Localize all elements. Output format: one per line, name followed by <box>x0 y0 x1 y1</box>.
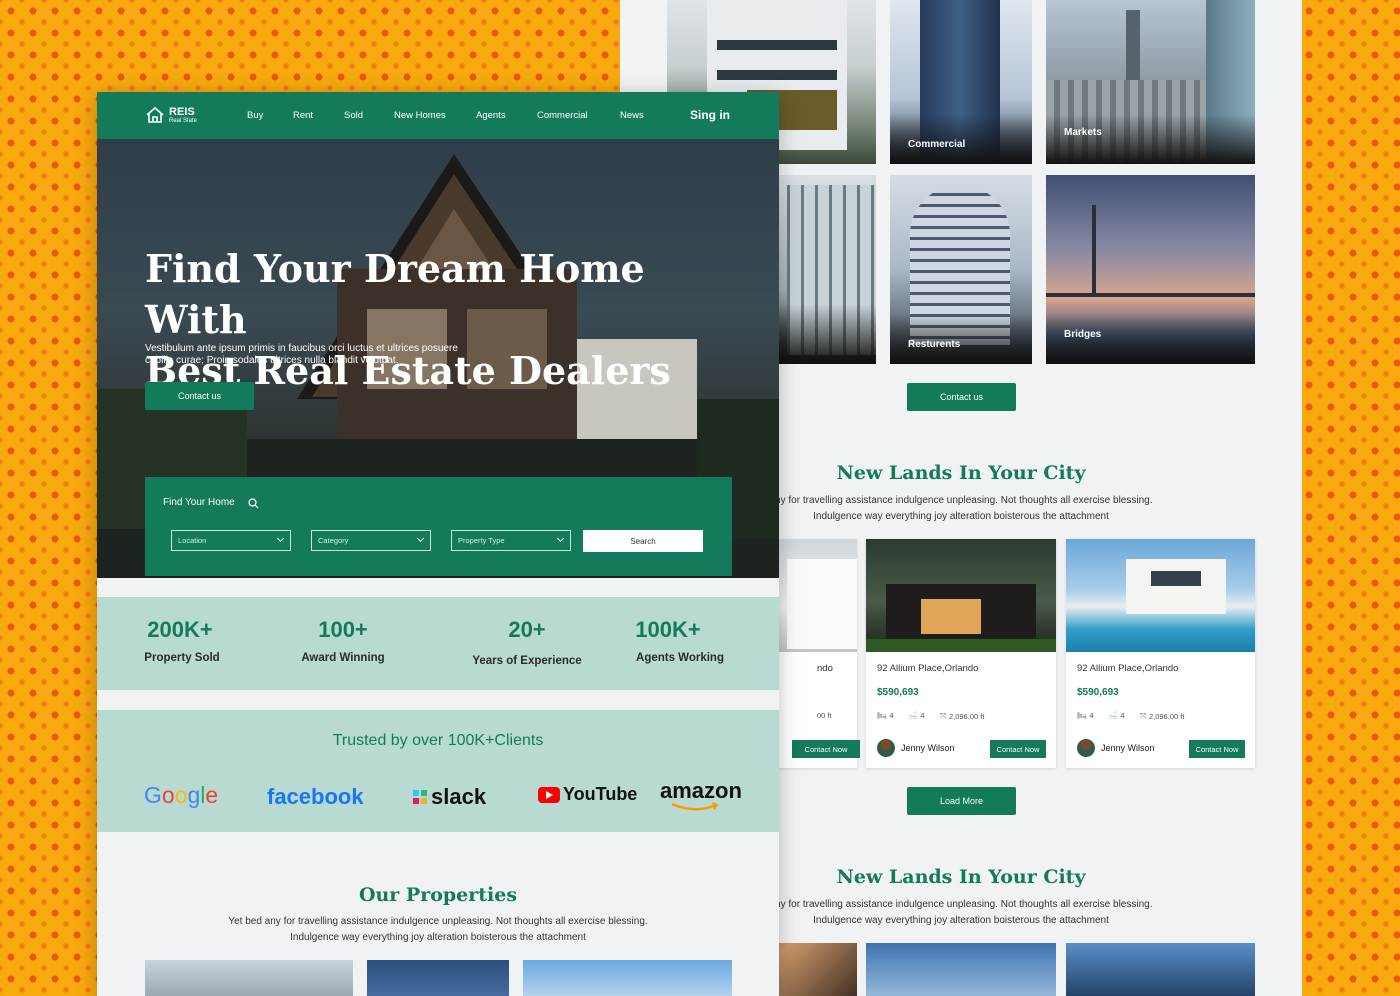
stat-value: 100K+ <box>635 617 701 642</box>
nav-rent[interactable]: Rent <box>293 110 313 121</box>
top-navbar: REIS Real State Buy Rent Sold New Homes … <box>97 92 779 139</box>
section-title: Our Properties <box>358 884 518 906</box>
hero-section: Find Your Dream Home With Best Real Esta… <box>97 139 779 578</box>
bed-icon: 🛏 <box>877 711 887 720</box>
property-address: 92 Allium Place,Orlando <box>1077 663 1179 674</box>
property-price: $590,693 <box>1077 687 1119 698</box>
category-tile-bridges[interactable]: Bridges <box>1046 175 1255 364</box>
nav-commercial[interactable]: Commercial <box>537 110 588 121</box>
avatar <box>1077 739 1095 757</box>
avatar <box>877 739 895 757</box>
slack-icon <box>413 790 427 804</box>
nav-new-homes[interactable]: New Homes <box>394 110 446 121</box>
search-button[interactable]: Search <box>583 530 703 552</box>
youtube-logo: YouTube <box>538 784 637 805</box>
slack-logo: slack <box>413 784 486 810</box>
trusted-clients-section: Trusted by over 100K+Clients Google face… <box>97 710 779 832</box>
signin-link[interactable]: Sing in <box>690 108 730 122</box>
tile-label: Commercial <box>908 139 966 150</box>
property-address: ndo <box>817 663 833 674</box>
bath-icon: 🛁 <box>1108 711 1118 720</box>
stats-bar: 200K+ Property Sold 100+ Award Winning 2… <box>97 597 779 690</box>
google-logo: Google <box>144 782 219 808</box>
expand-icon: ⤧ <box>940 711 946 720</box>
tile-label: Bridges <box>1064 329 1102 340</box>
contact-now-button[interactable]: Contact Now <box>990 740 1046 758</box>
contact-now-button[interactable]: Contact Now <box>792 740 860 758</box>
logo-name[interactable]: REIS <box>169 106 195 118</box>
property-baths: 🛁 4 <box>908 711 925 720</box>
facebook-logo: facebook <box>267 784 364 809</box>
property-image <box>1066 539 1255 652</box>
stat-label: Agents Working <box>636 652 724 664</box>
chevron-down-icon <box>556 534 565 543</box>
contact-now-button[interactable]: Contact Now <box>1189 740 1245 758</box>
location-select[interactable]: Location <box>171 530 291 551</box>
property-image <box>523 960 732 996</box>
expand-icon: ⤧ <box>1140 711 1146 720</box>
stat-value: 100+ <box>318 617 368 642</box>
trusted-heading: Trusted by over 100K+Clients <box>332 732 544 749</box>
chevron-down-icon <box>416 534 425 543</box>
property-beds: 🛏 4 <box>877 711 894 720</box>
logo-tagline: Real State <box>169 118 198 124</box>
hero-contact-button[interactable]: Contact us <box>145 382 254 410</box>
nav-buy[interactable]: Buy <box>247 110 263 121</box>
nav-news[interactable]: News <box>620 110 644 121</box>
property-card[interactable]: 92 Allium Place,Orlando $590,693 🛏 4 🛁 4 ⤧… <box>866 539 1056 768</box>
property-type-select[interactable]: Property Type <box>451 530 571 551</box>
stat-label: Award Winning <box>301 652 385 664</box>
property-image <box>145 960 353 996</box>
agent-info: Jenny Wilson <box>877 739 955 757</box>
agent-info: Jenny Wilson <box>1077 739 1155 757</box>
hero-title: Find Your Dream Home With Best Real Esta… <box>145 246 671 393</box>
bed-icon: 🛏 <box>1077 711 1087 720</box>
home-icon <box>145 106 165 129</box>
search-panel: Find Your Home Location Category Propert… <box>145 477 732 576</box>
category-tile-restaurants[interactable]: Resturents <box>890 175 1032 364</box>
stat-value: 20+ <box>508 617 546 642</box>
property-image <box>1066 943 1255 996</box>
property-beds: 🛏 4 <box>1077 711 1094 720</box>
property-address: 92 Allium Place,Orlando <box>877 663 979 674</box>
property-baths: 🛁 4 <box>1108 711 1125 720</box>
load-more-button[interactable]: Load More <box>907 787 1016 815</box>
search-heading: Find Your Home <box>163 497 235 508</box>
nav-sold[interactable]: Sold <box>344 110 363 121</box>
property-price: $590,693 <box>877 687 919 698</box>
chevron-down-icon <box>276 534 285 543</box>
property-area: ⤧ 2,096.00 ft <box>1140 711 1185 721</box>
front-page-preview: REIS Real State Buy Rent Sold New Homes … <box>97 92 779 996</box>
category-select[interactable]: Category <box>311 530 431 551</box>
section-subtitle: Yet bed any for travelling assistance in… <box>228 916 648 943</box>
stat-value: 200K+ <box>147 617 213 642</box>
nav-agents[interactable]: Agents <box>476 110 506 121</box>
stat-label: Years of Experience <box>472 655 582 667</box>
property-area: ⤧ 2,096.00 ft <box>940 711 985 721</box>
contact-us-button[interactable]: Contact us <box>907 383 1016 411</box>
tile-label: Resturents <box>908 339 961 350</box>
property-image <box>866 943 1056 996</box>
category-tile-commercial[interactable]: Commercial <box>890 0 1032 164</box>
property-image <box>367 960 509 996</box>
hero-subtitle: Vestibulum ante ipsum primis in faucibus… <box>145 343 458 366</box>
property-area: 00 ft <box>817 711 832 720</box>
tile-label: Markets <box>1064 127 1102 138</box>
search-icon <box>248 496 259 514</box>
property-image <box>866 539 1056 652</box>
category-tile-markets[interactable]: Markets <box>1046 0 1255 164</box>
property-card[interactable]: 92 Allium Place,Orlando $590,693 🛏 4 🛁 4 ⤧… <box>1066 539 1255 768</box>
amazon-logo: amazon <box>660 778 742 811</box>
bath-icon: 🛁 <box>908 711 918 720</box>
play-icon <box>538 786 560 803</box>
stat-label: Property Sold <box>144 652 220 664</box>
